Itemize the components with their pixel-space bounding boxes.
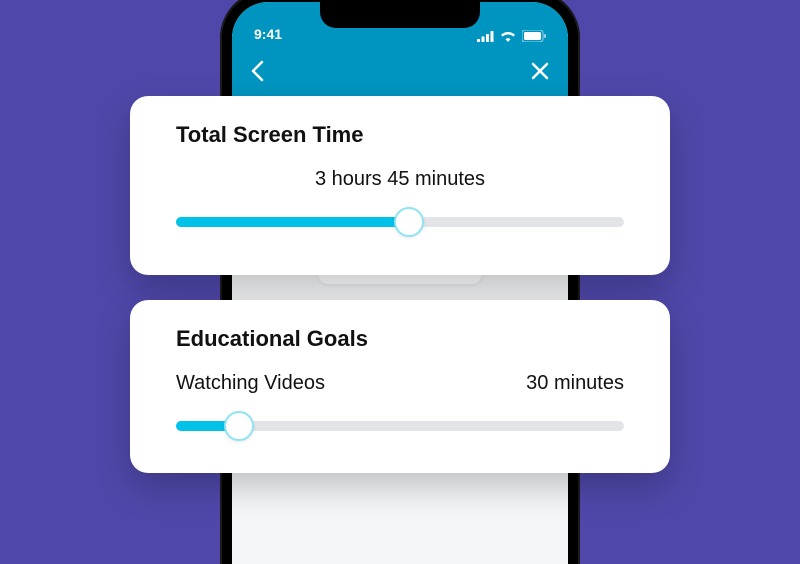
chevron-left-icon	[250, 60, 264, 82]
educational-goals-slider[interactable]	[176, 413, 624, 439]
battery-icon	[522, 30, 546, 42]
total-screen-time-card: Total Screen Time 3 hours 45 minutes	[130, 96, 670, 275]
educational-goals-card: Educational Goals Watching Videos 30 min…	[130, 300, 670, 473]
educational-goals-value: 30 minutes	[526, 372, 624, 395]
slider-thumb[interactable]	[394, 207, 424, 237]
educational-goals-sublabel: Watching Videos	[176, 372, 325, 395]
app-header	[232, 46, 568, 96]
wifi-icon	[500, 30, 516, 42]
slider-fill	[176, 217, 409, 227]
total-screen-time-value: 3 hours 45 minutes	[315, 168, 485, 191]
total-screen-time-slider[interactable]	[176, 209, 624, 235]
close-icon	[530, 61, 550, 81]
back-button[interactable]	[250, 60, 264, 82]
status-time: 9:41	[254, 26, 282, 42]
phone-notch	[320, 2, 480, 28]
cellular-icon	[477, 31, 494, 42]
educational-goals-title: Educational Goals	[176, 326, 624, 352]
phone-screen: 9:41 Alex View all of Alex's activity	[232, 2, 568, 564]
status-indicators	[477, 30, 546, 42]
total-screen-time-title: Total Screen Time	[176, 122, 624, 148]
close-button[interactable]	[530, 61, 550, 81]
slider-thumb[interactable]	[224, 411, 254, 441]
phone-frame: 9:41 Alex View all of Alex's activity	[220, 0, 580, 564]
